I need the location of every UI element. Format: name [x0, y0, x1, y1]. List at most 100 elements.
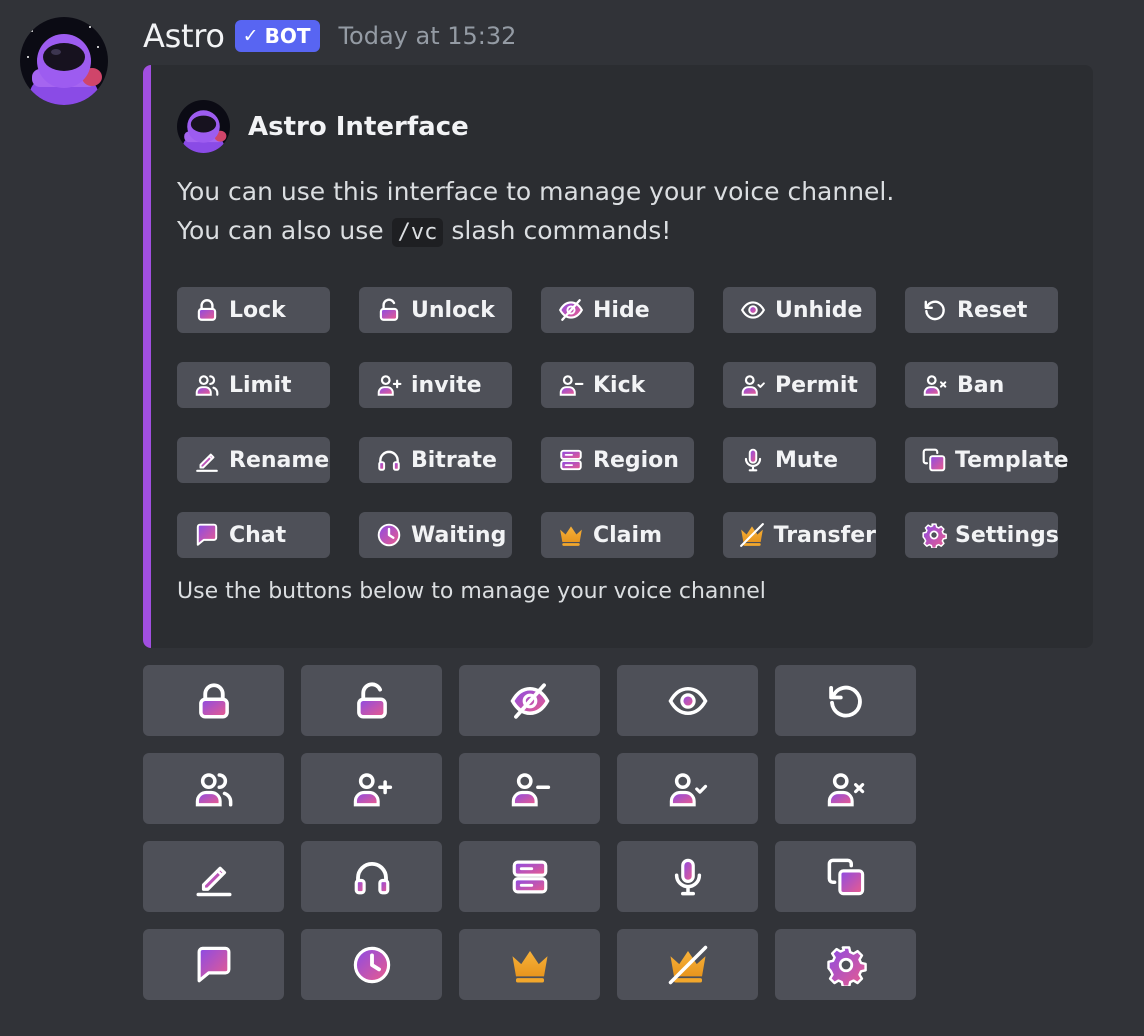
eye-slash-icon: [508, 679, 552, 723]
legend-item: Rename: [177, 437, 330, 483]
pencil-icon: [193, 446, 221, 474]
embed-description-text: You can also use: [177, 216, 384, 245]
crown-slash-icon: [666, 943, 710, 987]
legend-item: Permit: [723, 362, 876, 408]
waiting-button[interactable]: [301, 929, 442, 1000]
microphone-icon: [666, 855, 710, 899]
clock-icon: [375, 521, 403, 549]
gear-icon: [824, 943, 868, 987]
legend-item: Region: [541, 437, 694, 483]
server-icon: [508, 855, 552, 899]
legend-item-label: Hide: [593, 297, 650, 323]
inline-code: /vc: [391, 218, 444, 247]
embed: Astro Interface You can use this interfa…: [143, 65, 1093, 648]
legend-item: Bitrate: [359, 437, 512, 483]
legend-item: Mute: [723, 437, 876, 483]
users-icon: [192, 767, 236, 811]
user-x-icon: [824, 767, 868, 811]
voice-control-buttons: [143, 665, 916, 1000]
lock-icon: [192, 679, 236, 723]
astronaut-avatar-icon: [20, 17, 108, 105]
legend-item: Unhide: [723, 287, 876, 333]
timestamp[interactable]: Today at 15:32: [338, 22, 516, 50]
legend-item: Chat: [177, 512, 330, 558]
avatar[interactable]: [20, 17, 108, 105]
user-plus-icon: [350, 767, 394, 811]
reset-button[interactable]: [775, 665, 916, 736]
invite-button[interactable]: [301, 753, 442, 824]
embed-accent-bar: [143, 65, 151, 648]
chat-icon: [193, 521, 221, 549]
legend-item: Claim: [541, 512, 694, 558]
unlock-icon: [375, 296, 403, 324]
bot-badge: ✓ BOT: [234, 20, 321, 52]
embed-author-icon: [177, 100, 230, 153]
ban-button[interactable]: [775, 753, 916, 824]
reset-icon: [921, 296, 949, 324]
message-header: Astro ✓ BOT Today at 15:32: [143, 14, 516, 58]
user-x-icon: [921, 371, 949, 399]
chat-button[interactable]: [143, 929, 284, 1000]
chat-icon: [192, 943, 236, 987]
permit-button[interactable]: [617, 753, 758, 824]
claim-button[interactable]: [459, 929, 600, 1000]
legend-item-label: Lock: [229, 297, 286, 323]
legend-item-label: Reset: [957, 297, 1028, 323]
eye-slash-icon: [557, 296, 585, 324]
embed-author: Astro Interface: [177, 100, 469, 153]
legend-item-label: Claim: [593, 522, 662, 548]
legend-item: invite: [359, 362, 512, 408]
legend-item: Reset: [905, 287, 1058, 333]
command-legend: Lock Unlock Hide Unhide Reset Limit invite Kick…: [177, 287, 1069, 558]
legend-item: Ban: [905, 362, 1058, 408]
embed-footer: Use the buttons below to manage your voi…: [177, 579, 766, 604]
rename-button[interactable]: [143, 841, 284, 912]
legend-item: Template: [905, 437, 1069, 483]
kick-button[interactable]: [459, 753, 600, 824]
limit-button[interactable]: [143, 753, 284, 824]
legend-item-label: Unlock: [411, 297, 495, 323]
legend-item: Settings: [905, 512, 1059, 558]
legend-item-label: Bitrate: [411, 447, 497, 473]
copy-icon: [921, 446, 947, 474]
headphones-icon: [375, 446, 403, 474]
legend-item-label: Limit: [229, 372, 292, 398]
embed-author-name: Astro Interface: [248, 111, 469, 142]
unhide-button[interactable]: [617, 665, 758, 736]
legend-item-label: Region: [593, 447, 679, 473]
region-button[interactable]: [459, 841, 600, 912]
legend-item-label: Kick: [593, 372, 646, 398]
lock-button[interactable]: [143, 665, 284, 736]
copy-icon: [824, 855, 868, 899]
legend-item: Limit: [177, 362, 330, 408]
user-minus-icon: [557, 371, 585, 399]
legend-item-label: Permit: [775, 372, 858, 398]
legend-item-label: Chat: [229, 522, 287, 548]
user-check-icon: [666, 767, 710, 811]
legend-item: Lock: [177, 287, 330, 333]
hide-button[interactable]: [459, 665, 600, 736]
server-icon: [557, 446, 585, 474]
legend-item: Kick: [541, 362, 694, 408]
legend-item-label: Template: [955, 447, 1069, 473]
template-button[interactable]: [775, 841, 916, 912]
legend-item: Transfer: [723, 512, 876, 558]
headphones-icon: [350, 855, 394, 899]
crown-icon: [508, 943, 552, 987]
embed-description: You can use this interface to manage you…: [177, 172, 894, 252]
bitrate-button[interactable]: [301, 841, 442, 912]
eye-icon: [739, 296, 767, 324]
unlock-button[interactable]: [301, 665, 442, 736]
checkmark-icon: ✓: [242, 25, 259, 47]
transfer-button[interactable]: [617, 929, 758, 1000]
eye-icon: [666, 679, 710, 723]
mute-button[interactable]: [617, 841, 758, 912]
crown-slash-icon: [739, 521, 766, 549]
username[interactable]: Astro: [143, 17, 225, 55]
gear-icon: [921, 521, 947, 549]
settings-button[interactable]: [775, 929, 916, 1000]
clock-icon: [350, 943, 394, 987]
legend-item-label: invite: [411, 372, 482, 398]
reset-icon: [824, 679, 868, 723]
legend-item-label: Settings: [955, 522, 1059, 548]
